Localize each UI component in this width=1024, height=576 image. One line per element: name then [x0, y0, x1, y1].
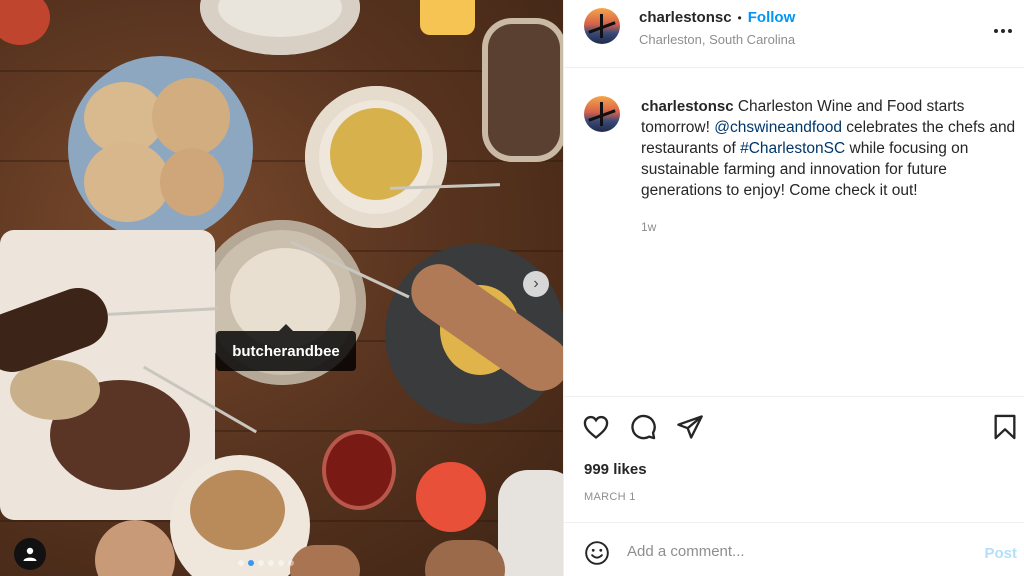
user-tag[interactable]: butcherandbee — [216, 324, 356, 371]
carousel-dot — [258, 560, 264, 566]
caption: charlestonsc Charleston Wine and Food st… — [641, 96, 1021, 201]
share-icon — [677, 415, 703, 439]
carousel-dot — [238, 560, 244, 566]
heart-icon — [583, 415, 609, 439]
post-panel: charlestonsc • Follow Charleston, South … — [563, 0, 1024, 576]
wine-glass — [322, 430, 396, 510]
bread — [84, 142, 170, 222]
header-username[interactable]: charlestonsc — [639, 9, 732, 26]
emoji-button[interactable] — [584, 540, 610, 566]
post-comment-button[interactable]: Post — [984, 545, 1017, 562]
more-icon — [994, 29, 1012, 33]
table-plank — [0, 70, 563, 72]
post-image[interactable]: butcherandbee › — [0, 0, 563, 576]
tagged-users-button[interactable] — [14, 538, 46, 570]
carousel-dot — [288, 560, 294, 566]
carousel-dot — [248, 560, 254, 566]
caption-avatar[interactable] — [584, 96, 620, 132]
bread — [152, 78, 230, 156]
like-button[interactable] — [582, 413, 610, 441]
cocktail-glass — [416, 462, 486, 532]
post-date[interactable]: MARCH 1 — [584, 491, 636, 503]
bread-plate — [68, 56, 253, 241]
plate-top — [200, 0, 360, 55]
bookmark-icon — [994, 414, 1016, 440]
hashtag-link[interactable]: #CharlestonSC — [740, 140, 845, 157]
more-options-button[interactable] — [993, 17, 1013, 40]
plant-pot — [0, 0, 50, 45]
hand — [425, 540, 505, 576]
carousel-dots — [238, 560, 294, 566]
emoji-icon — [585, 541, 609, 565]
chevron-right-icon: › — [533, 275, 539, 292]
hand — [290, 545, 360, 576]
caption-timestamp[interactable]: 1w — [641, 220, 656, 234]
comment-button[interactable] — [629, 413, 657, 441]
post-header: charlestonsc • Follow Charleston, South … — [564, 0, 1024, 68]
mention-link[interactable]: @chswineandfood — [714, 119, 842, 136]
separator-dot: • — [737, 10, 742, 25]
juice-glass — [420, 0, 475, 35]
save-button[interactable] — [991, 413, 1019, 441]
location-link[interactable]: Charleston, South Carolina — [639, 32, 795, 47]
comment-icon — [631, 414, 656, 440]
avatar[interactable] — [584, 8, 620, 44]
user-icon — [23, 547, 37, 561]
plate-food — [190, 470, 285, 550]
likes-count[interactable]: 999 likes — [584, 461, 647, 478]
follow-button[interactable]: Follow — [748, 9, 796, 26]
veg-bowl — [482, 18, 563, 162]
bread — [160, 148, 224, 216]
next-button[interactable]: › — [523, 271, 549, 297]
action-bar — [564, 396, 1024, 452]
share-button[interactable] — [676, 413, 704, 441]
carousel-dot — [268, 560, 274, 566]
carousel-dot — [278, 560, 284, 566]
side-plate — [498, 470, 563, 576]
comment-input[interactable] — [627, 543, 957, 560]
hand — [95, 520, 175, 576]
caption-username[interactable]: charlestonsc — [641, 98, 734, 115]
comment-bar: Post — [564, 522, 1024, 576]
